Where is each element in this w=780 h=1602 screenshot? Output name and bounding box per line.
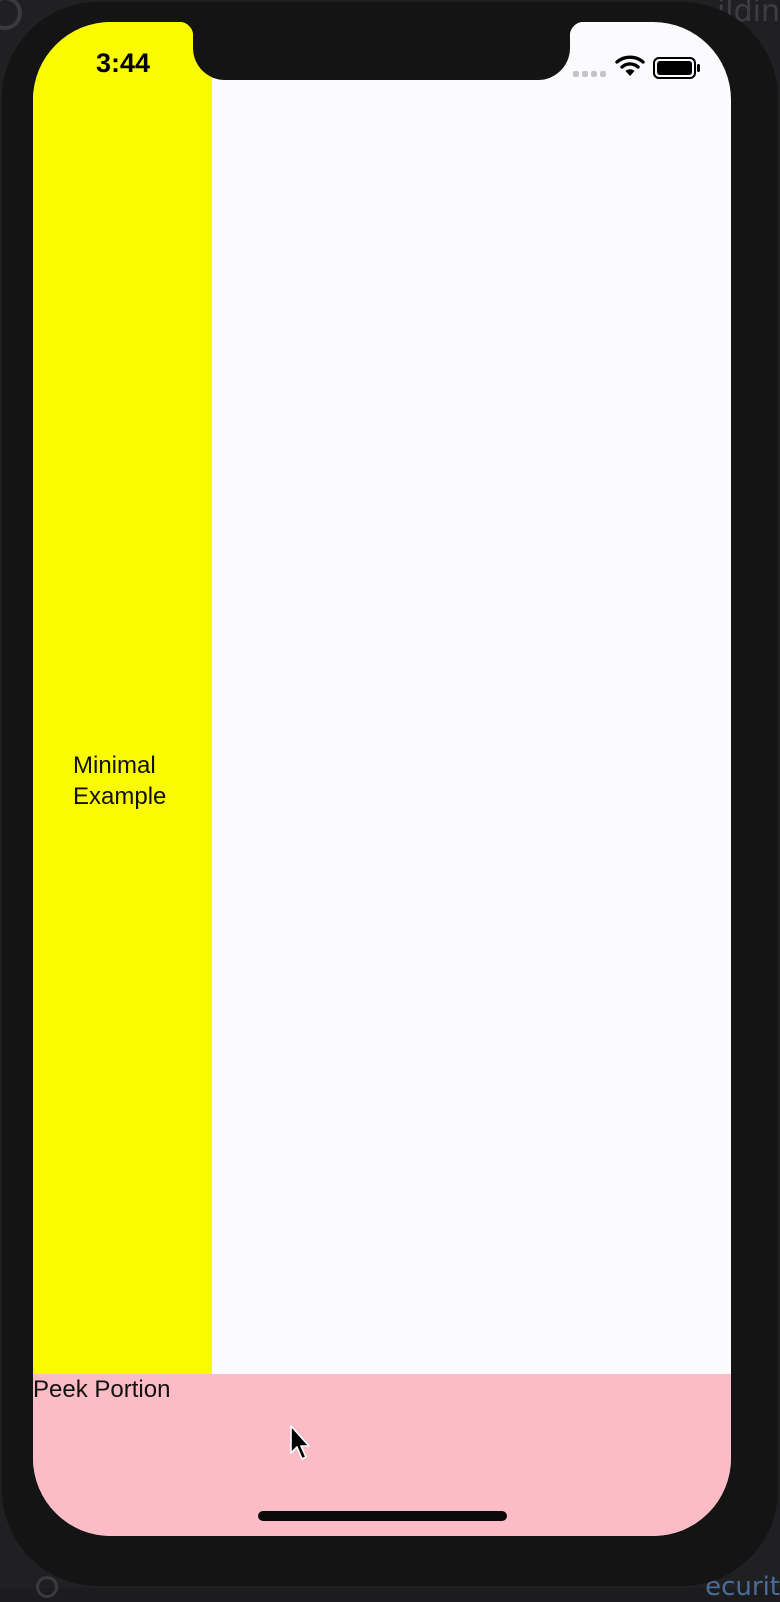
status-bar-time: 3:44: [96, 48, 151, 78]
background-circle-icon: [36, 1576, 58, 1598]
refresh-icon: [0, 0, 22, 30]
home-indicator[interactable]: [258, 1511, 507, 1521]
main-panel-label: Minimal Example: [73, 752, 167, 810]
main-content-panel[interactable]: Minimal Example: [33, 22, 212, 1374]
battery-icon: [653, 57, 700, 79]
app-screen: Minimal Example Peek Portion: [33, 22, 731, 1536]
device-notch: [179, 22, 584, 80]
mouse-cursor-icon: [290, 1425, 310, 1460]
peek-portion-label: Peek Portion: [33, 1376, 171, 1403]
cellular-signal-icon: [573, 71, 607, 79]
status-bar-icons: [573, 52, 703, 82]
wifi-icon: [615, 55, 645, 76]
